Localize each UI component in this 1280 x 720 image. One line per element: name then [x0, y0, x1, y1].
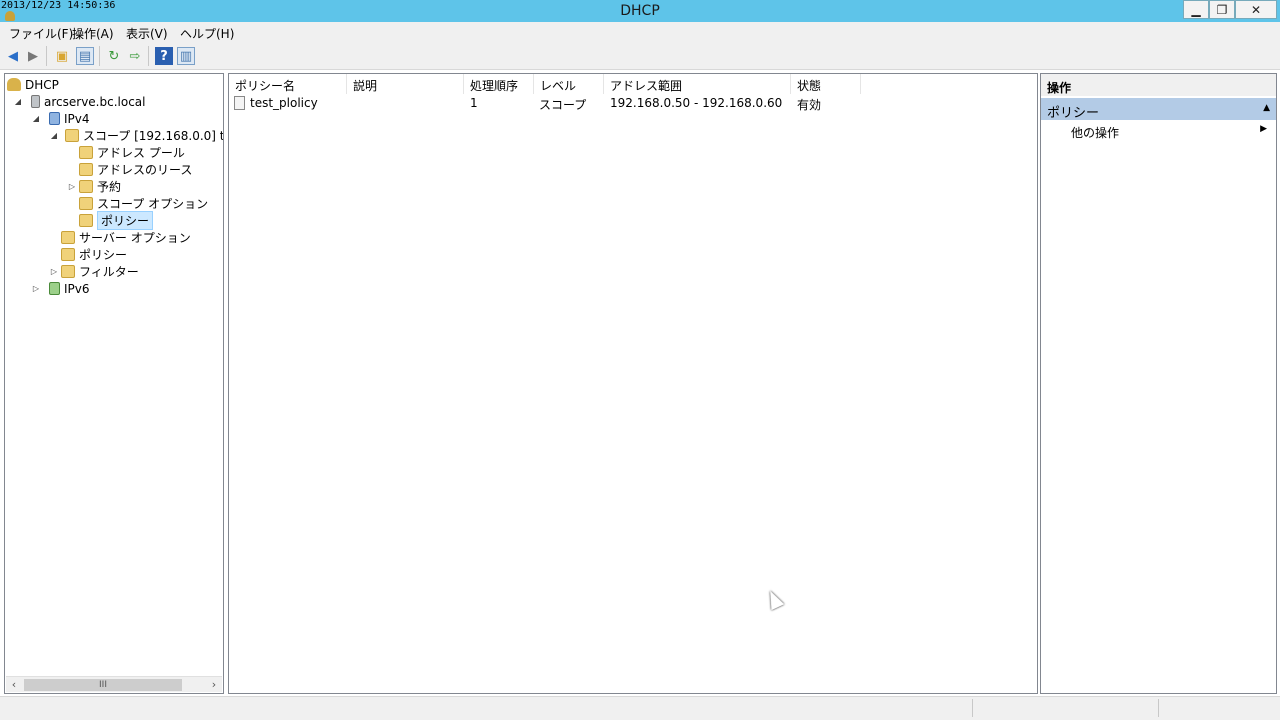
actions-header: 操作 [1041, 74, 1276, 96]
tree-node-label: 予約 [97, 180, 122, 194]
tree-node-ipv4[interactable]: ◢ IPv4 [31, 110, 90, 127]
expand-arrow-icon[interactable]: ▷ [49, 267, 59, 276]
cell-policy-name: test_plolicy [250, 96, 318, 110]
more-actions-item[interactable]: 他の操作 ▶ [1071, 124, 1271, 141]
tree-node-label: フィルター [79, 265, 139, 279]
actions-section-label: ポリシー [1047, 106, 1100, 121]
console-tree[interactable]: DHCP ◢ arcserve.bc.local ◢ IPv4 ◢ スコープ [… [4, 73, 224, 694]
tree-node-label: アドレスのリース [97, 163, 193, 177]
menu-view[interactable]: 表示(V) [126, 25, 168, 42]
export-list-icon[interactable]: ⇨ [126, 47, 144, 65]
menu-file[interactable]: ファイル(F) [9, 25, 73, 42]
column-header-order[interactable]: 処理順序 [464, 74, 534, 94]
filter-folder-icon [61, 265, 75, 278]
folder-icon [79, 197, 93, 210]
restore-button[interactable]: ❐ [1209, 0, 1235, 19]
tree-node-scope[interactable]: ◢ スコープ [192.168.0.0] test_ [49, 127, 223, 144]
folder-icon [79, 180, 93, 193]
cell-address-range: 192.168.0.50 - 192.168.0.60 [610, 96, 783, 110]
folder-icon [79, 163, 93, 176]
column-header-state[interactable]: 状態 [791, 74, 861, 94]
tree-node-label: IPv4 [64, 111, 90, 126]
minimize-button[interactable]: ▁ [1183, 0, 1209, 19]
tree-node-server-options[interactable]: サーバー オプション [61, 229, 191, 246]
actions-section-policy[interactable]: ポリシー ▲ [1041, 98, 1276, 121]
column-header-level[interactable]: レベル [534, 74, 604, 94]
scrollbar-thumb[interactable]: III [24, 679, 182, 691]
dhcp-icon [7, 78, 21, 91]
tree-node-label: ポリシー [97, 211, 154, 230]
tree-node-reservations[interactable]: ▷ 予約 [67, 178, 121, 195]
refresh-icon[interactable]: ↻ [105, 47, 123, 65]
collapse-arrow-icon[interactable]: ◢ [49, 131, 59, 140]
cell-state: 有効 [797, 98, 822, 112]
table-row[interactable]: test_plolicy 1 スコープ 192.168.0.50 - 192.1… [229, 94, 1037, 112]
column-header-description[interactable]: 説明 [347, 74, 464, 94]
up-folder-icon[interactable]: ▣ [53, 47, 71, 65]
status-separator [972, 699, 973, 717]
folder-icon [79, 146, 93, 159]
tree-node-server[interactable]: ◢ arcserve.bc.local [13, 93, 146, 110]
scope-folder-icon [65, 129, 79, 142]
folder-icon [61, 231, 75, 244]
column-header-address-range[interactable]: アドレス範囲 [604, 74, 791, 94]
tree-node-label: arcserve.bc.local [44, 94, 146, 109]
scroll-left-icon[interactable]: ‹ [6, 677, 22, 693]
tree-node-label: ポリシー [79, 248, 128, 262]
menu-action[interactable]: 操作(A) [72, 25, 114, 42]
submenu-arrow-icon: ▶ [1260, 124, 1267, 134]
tree-node-label: スコープ オプション [97, 197, 209, 211]
menu-help[interactable]: ヘルプ(H) [180, 25, 234, 42]
tree-node-filters[interactable]: ▷ フィルター [49, 263, 139, 280]
tree-node-scope-policies[interactable]: ポリシー [79, 211, 154, 230]
collapse-up-icon[interactable]: ▲ [1263, 103, 1270, 113]
server-icon [31, 95, 40, 108]
tree-horizontal-scrollbar[interactable]: ‹ III › [6, 676, 222, 692]
window-title: DHCP [620, 3, 660, 19]
tree-node-label: DHCP [25, 77, 59, 92]
title-bar: 2013/12/23 14:50:36 DHCP ▁ ❐ ✕ [0, 0, 1280, 22]
toolbar: ◀ ▶ ▣ ▤ ↻ ⇨ ? ▥ [0, 42, 1280, 70]
scroll-right-icon[interactable]: › [206, 677, 222, 693]
menu-bar: ファイル(F) 操作(A) 表示(V) ヘルプ(H) [0, 22, 1280, 42]
ipv4-icon [49, 112, 60, 125]
tree-node-label: サーバー オプション [79, 231, 191, 245]
tree-node-ipv6[interactable]: ▷ IPv6 [31, 280, 90, 297]
collapse-arrow-icon[interactable]: ◢ [31, 114, 41, 123]
status-bar [0, 696, 1280, 720]
tree-node-scope-options[interactable]: スコープ オプション [79, 195, 208, 212]
expand-arrow-icon[interactable]: ▷ [31, 284, 41, 293]
status-separator [1158, 699, 1159, 717]
show-hide-tree-icon[interactable]: ▤ [76, 47, 94, 65]
toolbar-separator [46, 46, 47, 66]
policy-folder-icon [79, 214, 93, 227]
column-header-policy-name[interactable]: ポリシー名 [229, 74, 347, 94]
toolbar-separator [99, 46, 100, 66]
ipv6-icon [49, 282, 60, 295]
toolbar-separator [148, 46, 149, 66]
policy-folder-icon [61, 248, 75, 261]
policy-icon [234, 96, 245, 110]
collapse-arrow-icon[interactable]: ◢ [13, 97, 23, 106]
cell-order: 1 [470, 96, 478, 110]
tree-node-label: IPv6 [64, 281, 90, 296]
show-hide-action-pane-icon[interactable]: ▥ [177, 47, 195, 65]
tree-node-server-policies[interactable]: ポリシー [61, 246, 127, 263]
tree-node-address-leases[interactable]: アドレスのリース [79, 161, 192, 178]
actions-pane: 操作 ポリシー ▲ 他の操作 ▶ [1040, 73, 1277, 694]
tree-node-address-pool[interactable]: アドレス プール [79, 144, 185, 161]
tree-node-label: アドレス プール [97, 146, 185, 160]
tree-node-dhcp[interactable]: DHCP [7, 76, 59, 93]
forward-icon[interactable]: ▶ [24, 47, 42, 65]
help-icon[interactable]: ? [155, 47, 173, 65]
cell-level: スコープ [539, 98, 587, 112]
tree-node-label: スコープ [192.168.0.0] test_ [83, 129, 223, 143]
more-actions-label: 他の操作 [1071, 126, 1120, 140]
result-pane[interactable]: ポリシー名 説明 処理順序 レベル アドレス範囲 状態 test_plolicy… [228, 73, 1038, 694]
close-button[interactable]: ✕ [1235, 0, 1277, 19]
back-icon[interactable]: ◀ [4, 47, 22, 65]
expand-arrow-icon[interactable]: ▷ [67, 182, 77, 191]
